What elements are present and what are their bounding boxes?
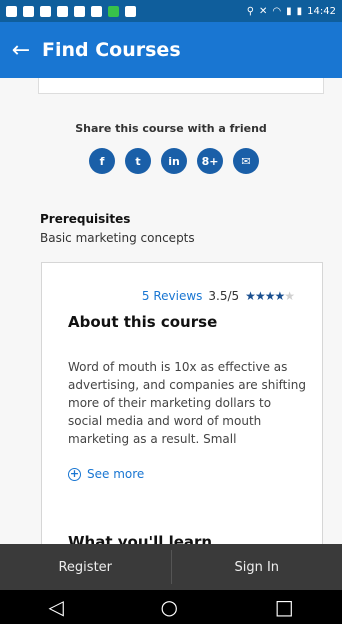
status-time: 14:42 [307,5,336,17]
wifi-icon: ◠ [272,5,282,17]
signin-button[interactable]: Sign In [172,544,342,590]
facebook-icon [23,5,34,17]
content-scroll[interactable]: Share this course with a friend f t in 8… [0,78,342,544]
see-more-label: See more [87,467,145,481]
about-heading: About this course [68,313,218,331]
see-more-button[interactable]: + See more [68,467,144,481]
location-pin-icon: ⚲ [246,5,255,17]
status-bar: ⚲ ✕ ◠ ▮ ▮ 14:42 [0,0,342,22]
android-nav-bar: ◁ ○ □ [0,590,342,624]
back-arrow-icon[interactable]: ← [0,22,42,78]
location-icon [57,5,68,17]
check-icon [108,5,119,17]
facebook-share-button[interactable]: f [89,148,115,174]
twitter-share-button[interactable]: t [125,148,151,174]
share-buttons: f t in 8+ ✉ [89,148,259,174]
empty-star-icon: ★ [284,289,295,303]
bottom-action-bar: Register Sign In [0,544,342,590]
register-button[interactable]: Register [0,544,171,590]
prerequisites-heading: Prerequisites [40,212,131,226]
star-icon: ★ [245,289,256,303]
star-rating: ★★★★★ [245,289,295,303]
notification-icon [6,5,17,17]
page-title: Find Courses [42,39,181,61]
share-title: Share this course with a friend [75,122,267,135]
plus-circle-icon: + [68,466,81,481]
battery-icon: ▮ [296,5,303,17]
prerequisites-value: Basic marketing concepts [40,231,195,245]
clipboard-check-icon [125,5,136,17]
half-star-icon: ★ [274,289,285,303]
whatsapp-icon [91,5,102,17]
previous-card [38,78,324,94]
app-bar: ← Find Courses [0,22,342,78]
rating-score: 3.5/5 [208,289,240,303]
recents-nav-icon[interactable]: □ [275,595,294,619]
course-description: Word of mouth is 10x as effective as adv… [68,360,306,446]
signal-icon: ▮ [286,5,292,17]
reviews-link[interactable]: 5 Reviews [142,289,203,303]
star-icon: ★ [264,289,276,303]
googleplus-share-button[interactable]: 8+ [197,148,223,174]
image-icon [74,5,85,17]
course-card: 5 Reviews 3.5/5 ★★★★★ About this course … [41,262,323,544]
email-share-button[interactable]: ✉ [233,148,259,174]
facebook-icon [40,5,51,17]
learn-heading: What you'll learn [68,533,213,544]
back-nav-icon[interactable]: ◁ [48,595,63,619]
mute-icon: ✕ [259,5,268,17]
home-nav-icon[interactable]: ○ [161,595,178,619]
star-icon: ★ [254,289,266,303]
rating-row: 5 Reviews 3.5/5 ★★★★★ [142,289,295,303]
linkedin-share-button[interactable]: in [161,148,187,174]
